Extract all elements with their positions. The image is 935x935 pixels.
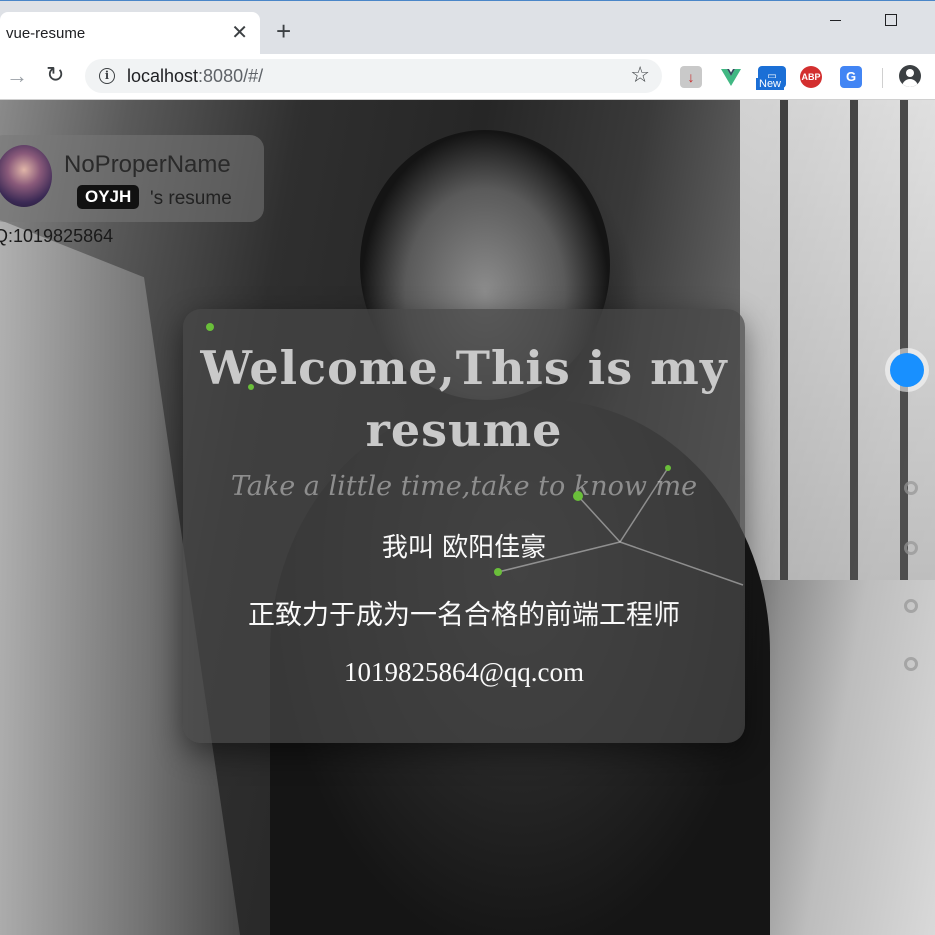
resume-page: NoProperName OYJH 's resume Q:1019825864…	[0, 100, 935, 935]
section-nav-dot[interactable]	[904, 599, 918, 613]
browser-profile-icon[interactable]	[899, 65, 921, 87]
section-nav-dot[interactable]	[904, 657, 918, 671]
section-nav-dot-active[interactable]	[890, 353, 924, 387]
url-text[interactable]: localhost:8080/#/	[127, 66, 263, 87]
translate-icon[interactable]: G	[840, 66, 862, 88]
site-info-icon[interactable]: i	[99, 68, 115, 84]
reload-icon[interactable]: ↻	[46, 62, 64, 88]
new-tab-button[interactable]: +	[276, 18, 291, 44]
maximize-window-button[interactable]	[868, 7, 914, 35]
section-nav-dot[interactable]	[904, 481, 918, 495]
particle-node	[248, 384, 254, 390]
extension-download-icon[interactable]: ↓	[680, 66, 702, 88]
toolbar-divider	[882, 68, 883, 88]
vue-devtools-icon[interactable]	[720, 66, 742, 88]
browser-tab-bar: vue-resume ✕ +	[0, 0, 935, 55]
browser-toolbar: → ↻ i localhost:8080/#/ ☆ ↓ ▭ New ABP G	[0, 54, 935, 100]
particle-node	[206, 323, 214, 331]
section-nav	[890, 353, 930, 683]
address-bar[interactable]: i localhost:8080/#/ ☆	[85, 59, 662, 93]
adblock-plus-icon[interactable]: ABP	[800, 66, 822, 88]
particle-node	[494, 568, 502, 576]
particle-node	[665, 465, 671, 471]
section-nav-dot[interactable]	[908, 427, 918, 437]
minimize-window-button[interactable]	[812, 7, 858, 35]
forward-arrow-icon[interactable]: →	[6, 63, 28, 89]
close-tab-icon[interactable]: ✕	[231, 20, 248, 45]
bookmark-star-icon[interactable]: ☆	[630, 62, 650, 88]
particle-node	[573, 491, 583, 501]
tab-title: vue-resume	[6, 25, 86, 42]
browser-tab[interactable]: vue-resume ✕	[0, 12, 260, 55]
section-nav-dot[interactable]	[904, 541, 918, 555]
new-badge: New	[756, 78, 785, 90]
particle-network	[206, 323, 744, 586]
extension-new-icon[interactable]: ▭ New	[756, 66, 786, 90]
